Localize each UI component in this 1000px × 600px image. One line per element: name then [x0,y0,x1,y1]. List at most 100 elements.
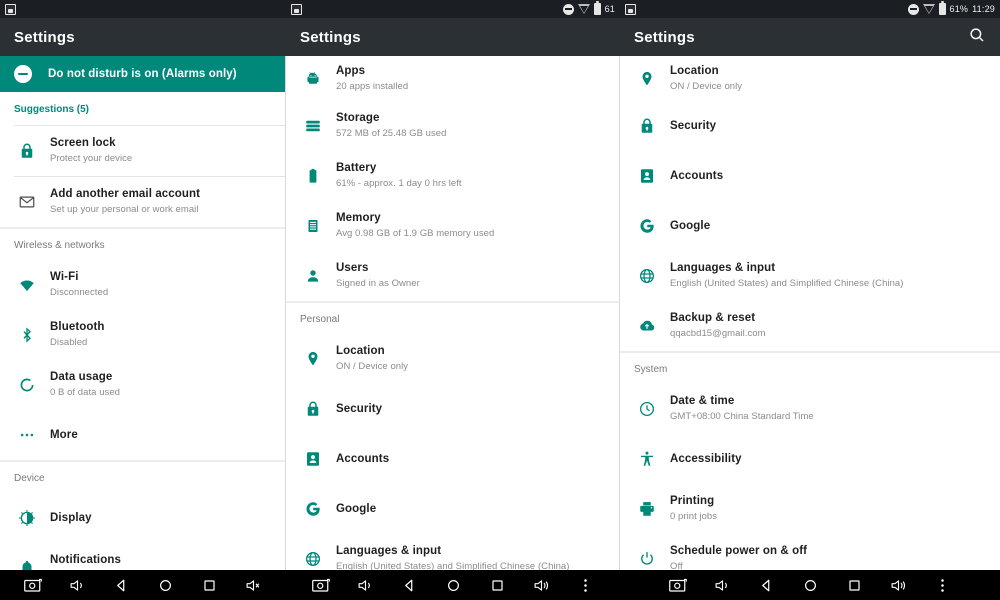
volume-up-button[interactable] [700,570,744,600]
screenshot-button[interactable] [11,570,55,600]
settings-panel-left: Settings Do not disturb is on (Alarms on… [0,0,286,600]
volume-up-button[interactable] [343,570,387,600]
list-item-subtitle: 0 print jobs [670,511,718,522]
battery-icon [593,1,601,15]
list-item-languages-input[interactable]: Languages & input English (United States… [620,251,1000,301]
back-button[interactable] [744,570,788,600]
home-button[interactable] [143,570,187,600]
list-item-title: Security [670,119,717,132]
accessibility-icon [630,450,664,468]
list-item-location[interactable]: Location ON / Device only [286,334,620,384]
navigation-bar-middle[interactable] [286,570,620,600]
wifi-icon [10,276,44,294]
list-item-accounts[interactable]: Accounts [620,151,1000,201]
list-item-more[interactable]: More [0,410,286,460]
list-item-title: Printing [670,495,715,507]
list-item-subtitle: Disconnected [50,287,109,298]
power-icon [630,550,664,568]
list-item-text: Add another email account Set up your pe… [50,187,200,217]
list-item-bluetooth[interactable]: Bluetooth Disabled [0,310,286,360]
status-bar-right-icons: 61 [562,1,615,15]
list-item-text: Apps 20 apps installed [336,64,408,94]
list-item-backup-reset[interactable]: Backup & reset qqacbd15@gmail.com [620,301,1000,351]
list-item-add-email[interactable]: Add another email account Set up your pe… [0,177,286,227]
list-item-title: Screen lock [50,137,116,149]
list-item-users[interactable]: Users Signed in as Owner [286,251,620,301]
search-button[interactable] [968,26,986,49]
list-item-storage[interactable]: Storage 572 MB of 25.48 GB used [286,101,620,151]
battery-percent-label: 61% [949,4,969,14]
device-header: Device [14,473,45,484]
list-item-languages-input[interactable]: Languages & input English (United States… [286,534,620,570]
list-item-google[interactable]: Google [620,201,1000,251]
list-item-apps[interactable]: Apps 20 apps installed [286,56,620,101]
list-item-date-time[interactable]: Date & time GMT+08:00 China Standard Tim… [620,384,1000,434]
do-not-disturb-banner[interactable]: Do not disturb is on (Alarms only) [0,56,286,92]
back-button[interactable] [99,570,143,600]
recents-button[interactable] [187,570,231,600]
list-item-text: Storage 572 MB of 25.48 GB used [336,111,446,141]
list-item-accounts[interactable]: Accounts [286,434,620,484]
navigation-bar-right[interactable] [620,570,1000,600]
list-item-schedule-power[interactable]: Schedule power on & off Off [620,534,1000,570]
list-item-text: Location ON / Device only [670,64,742,94]
recents-button[interactable] [475,570,519,600]
list-item-accessibility[interactable]: Accessibility [620,434,1000,484]
page-title: Settings [300,28,361,46]
bluetooth-icon [10,326,44,344]
printer-icon [630,500,664,518]
battery-percent-label: 61 [604,4,615,14]
list-item-text: Languages & input English (United States… [670,261,903,291]
list-item-battery[interactable]: Battery 61% - approx. 1 day 0 hrs left [286,151,620,201]
list-item-text: Notifications All apps allowed to send [50,553,154,570]
volume-down-button[interactable] [519,570,563,600]
settings-list-middle[interactable]: Apps 20 apps installed Storage 572 MB of… [286,56,620,570]
list-item-data-usage[interactable]: Data usage 0 B of data used [0,360,286,410]
navigation-bar-left[interactable] [0,570,286,600]
settings-list-right[interactable]: Location ON / Device only Security Accou… [620,56,1000,570]
list-item-screen-lock[interactable]: Screen lock Protect your device [0,126,286,176]
status-bar-left-icons [291,3,302,15]
list-item-title: Memory [336,212,381,224]
volume-up-button[interactable] [55,570,99,600]
list-item-title: Battery [336,162,377,174]
list-item-text: Security [336,402,382,417]
list-item-notifications[interactable]: Notifications All apps allowed to send [0,543,286,570]
more-options-button[interactable] [563,570,607,600]
list-item-memory[interactable]: Memory Avg 0.98 GB of 1.9 GB memory used [286,201,620,251]
storage-icon [296,117,330,135]
list-item-subtitle: Set up your personal or work email [50,204,199,215]
list-item-subtitle: Protect your device [50,153,133,164]
suggestions-header: Suggestions (5) [14,104,90,115]
recents-button[interactable] [832,570,876,600]
settings-list-left[interactable]: Do not disturb is on (Alarms only) Sugge… [0,56,286,570]
home-button[interactable] [788,570,832,600]
list-item-security[interactable]: Security [620,101,1000,151]
accounts-icon [630,167,664,185]
screenshot-button[interactable] [656,570,700,600]
wifi-icon [922,4,935,14]
home-button[interactable] [431,570,475,600]
list-item-printing[interactable]: Printing 0 print jobs [620,484,1000,534]
list-item-text: Battery 61% - approx. 1 day 0 hrs left [336,161,462,191]
back-button[interactable] [387,570,431,600]
cloud-upload-icon [630,317,664,335]
volume-down-button[interactable] [876,570,920,600]
list-item-title: Users [336,262,369,274]
wifi-icon [577,4,590,14]
list-item-google[interactable]: Google [286,484,620,534]
screenshot-button[interactable] [299,570,343,600]
list-item-text: Bluetooth Disabled [50,320,105,350]
accounts-icon [296,450,330,468]
list-item-location[interactable]: Location ON / Device only [620,56,1000,101]
list-item-subtitle: ON / Device only [670,80,743,92]
clock-icon [630,400,664,418]
list-item-security[interactable]: Security [286,384,620,434]
list-item-display[interactable]: Display [0,493,286,543]
more-options-button[interactable] [920,570,964,600]
list-item-wifi[interactable]: Wi-Fi Disconnected [0,260,286,310]
status-bar-left-icons [625,3,636,15]
volume-down-button[interactable] [231,570,275,600]
list-item-subtitle: English (United States) and Simplified C… [670,278,904,289]
list-item-subtitle: Avg 0.98 GB of 1.9 GB memory used [336,228,495,239]
